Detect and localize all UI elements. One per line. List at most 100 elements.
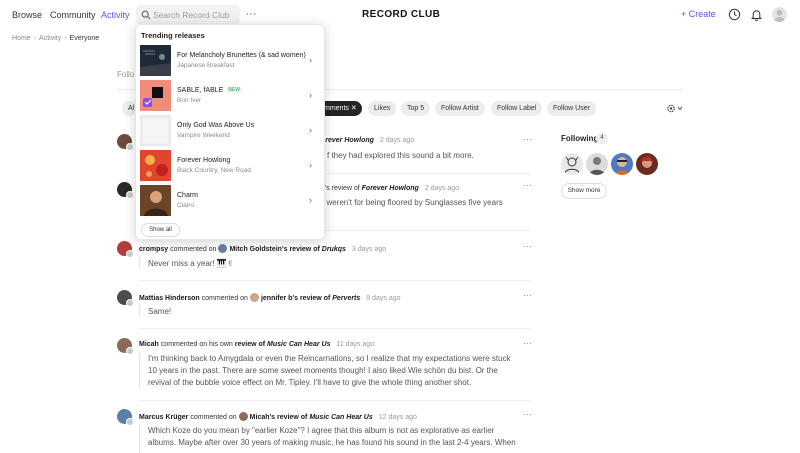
action-text: commented on <box>201 295 248 302</box>
activity-item: Marcus Krüger commented on Micah's review… <box>117 409 535 453</box>
filter-chip-top5[interactable]: Top 5 <box>401 101 431 116</box>
filter-chip-likes[interactable]: Likes <box>368 101 397 116</box>
following-avatar[interactable] <box>636 153 658 175</box>
release-title: SABLE, fABLE NEW <box>177 87 242 94</box>
more-options-icon[interactable]: ··· <box>523 409 532 419</box>
search-input[interactable]: Search Record Club <box>136 5 240 25</box>
breadcrumb-home[interactable]: Home <box>12 35 31 42</box>
more-options-icon[interactable]: ··· <box>523 290 532 300</box>
release-title: For Melancholy Brunettes (& sad women) <box>177 52 306 59</box>
breadcrumb-current: Everyone <box>69 35 100 42</box>
activity-item: Micah commented on his own review of Mus… <box>117 338 535 394</box>
portrait-icon <box>589 157 605 175</box>
target-user-link[interactable]: jennifer b's review of <box>261 295 330 302</box>
release-title-link[interactable]: Drukqs <box>322 246 346 253</box>
activity-item: crompsy commented on Mitch Goldstein's re… <box>117 241 535 271</box>
user-avatar[interactable] <box>772 7 787 22</box>
comment-line: f they had explored this sound a bit mor… <box>327 151 474 160</box>
review-of-label: n's review of <box>321 185 360 192</box>
user-link[interactable]: Micah <box>139 341 159 348</box>
trending-release-item[interactable]: Forever Howlong Black Country, New Road … <box>136 150 326 184</box>
timestamp: 12 days ago <box>378 414 417 421</box>
divider <box>139 328 531 329</box>
more-options-icon[interactable]: ··· <box>523 241 532 251</box>
logo[interactable]: RECORD CLUB <box>362 9 440 20</box>
target-user-link[interactable]: Mitch Goldstein's review of <box>229 246 319 253</box>
mini-avatar <box>238 412 248 421</box>
comment-line: t weren't for being floored by Sunglasse… <box>322 198 503 207</box>
comment-body: Never miss a year! 🎹✌ <box>148 258 234 270</box>
quote-bar <box>139 257 140 269</box>
action-text: commented on his own <box>160 341 233 348</box>
breadcrumb: Home › Activity › Everyone <box>12 35 99 42</box>
quote-bar <box>139 353 140 389</box>
activity-header: Marcus Krüger commented on Micah's review… <box>139 412 417 421</box>
show-all-button[interactable]: Show all <box>141 223 180 237</box>
comment-line: revival of the bubble voice effect on Mr… <box>148 378 472 387</box>
more-options-icon[interactable]: ··· <box>523 180 532 190</box>
trending-release-item[interactable]: Charm Clairo › <box>136 185 326 219</box>
breadcrumb-chevron-icon: › <box>33 35 37 42</box>
quote-bar <box>139 305 140 317</box>
target-user-link[interactable]: review of <box>235 341 265 348</box>
release-title-link[interactable]: Perverts <box>332 295 360 302</box>
close-icon[interactable]: ✕ <box>351 105 357 112</box>
filter-chip-follow-artist[interactable]: Follow Artist <box>435 101 485 116</box>
trending-release-item[interactable]: SABLE, fABLE NEW Bon Iver › <box>136 80 326 114</box>
bell-icon[interactable] <box>750 8 763 21</box>
following-avatar[interactable] <box>586 153 608 175</box>
trending-release-item[interactable]: Only God Was Above Us Vampire Weekend › <box>136 115 326 149</box>
following-avatar[interactable] <box>561 153 583 175</box>
comment-badge-icon <box>126 347 134 355</box>
target-user-link[interactable]: Micah's review of <box>250 414 308 421</box>
album-cover <box>140 115 171 146</box>
activity-item: Mattias Hinderson commented on jennifer b… <box>117 290 535 320</box>
more-options-icon[interactable]: ··· <box>523 134 532 144</box>
comment-line: albums. Maybe after over 30 years of mak… <box>148 438 516 447</box>
comment-badge-icon <box>126 191 134 199</box>
release-title: Only God Was Above Us <box>177 122 255 129</box>
portrait-icon <box>641 156 653 168</box>
create-button[interactable]: + Create <box>681 9 716 19</box>
timestamp: 2 days ago <box>379 137 415 144</box>
release-title-link[interactable]: Forever Howlong <box>362 185 419 192</box>
release-title-link[interactable]: Music Can Hear Us <box>267 341 330 348</box>
action-text: commented on <box>170 246 217 253</box>
comment-line: Never miss a year! 🎹✌ <box>148 259 234 268</box>
more-options-icon[interactable]: ··· <box>523 338 532 348</box>
user-link[interactable]: crompsy <box>139 246 168 253</box>
filter-chip-follow-user[interactable]: Follow User <box>547 101 596 116</box>
user-link[interactable]: Marcus Krüger <box>139 414 188 421</box>
filter-chip-comments-label: mments <box>324 105 349 112</box>
more-options-icon[interactable]: ··· <box>244 5 258 25</box>
release-title-link[interactable]: orever Howlong <box>321 137 374 144</box>
album-art-icon <box>140 115 171 146</box>
breadcrumb-activity[interactable]: Activity <box>39 35 61 42</box>
user-avatar-icon <box>774 10 785 22</box>
filter-chip-follow-label[interactable]: Follow Label <box>491 101 543 116</box>
mini-avatar <box>249 293 259 302</box>
portrait-icon <box>614 157 630 175</box>
trending-release-item[interactable]: For Melancholy Brunettes (& sad women) J… <box>136 45 326 79</box>
release-title: Charm <box>177 192 199 199</box>
trending-dropdown: Trending releases For Melancholy Brunett… <box>135 24 325 240</box>
comment-line: Same! <box>148 307 172 316</box>
activity-header: Micah commented on his own review of Mus… <box>139 341 374 348</box>
create-label: Create <box>688 9 716 19</box>
chevron-right-icon: › <box>309 195 312 205</box>
settings-gear-icon[interactable] <box>665 102 683 115</box>
album-art-icon <box>140 185 171 216</box>
album-art-icon <box>140 45 171 76</box>
nav-browse[interactable]: Browse <box>12 10 42 20</box>
clock-icon[interactable] <box>728 8 741 21</box>
following-avatar[interactable] <box>611 153 633 175</box>
comment-body: Which Koze do you mean by "earlier Koze"… <box>148 425 516 449</box>
show-more-button[interactable]: Show more <box>561 183 607 199</box>
chevron-right-icon: › <box>309 90 312 100</box>
user-link[interactable]: Mattias Hinderson <box>139 295 200 302</box>
chevron-right-icon: › <box>309 125 312 135</box>
nav-community[interactable]: Community <box>50 10 96 20</box>
nav-activity[interactable]: Activity <box>101 10 130 20</box>
comment-body: t weren't for being floored by Sunglasse… <box>322 197 503 209</box>
release-title-link[interactable]: Music Can Hear Us <box>309 414 372 421</box>
